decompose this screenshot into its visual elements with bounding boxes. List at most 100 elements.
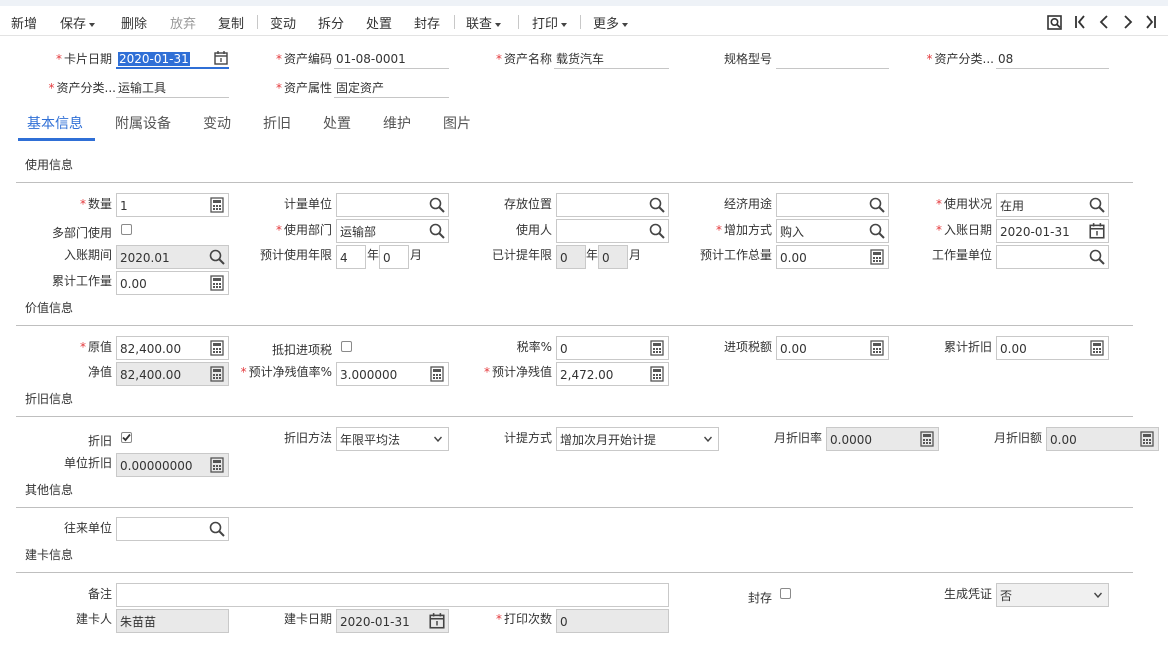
- copy-button[interactable]: 复制: [218, 13, 244, 32]
- entry-date-field[interactable]: 2020-01-31: [996, 219, 1109, 243]
- seal-checkbox[interactable]: [780, 588, 791, 599]
- search-icon[interactable]: [428, 222, 446, 240]
- partner-field[interactable]: [116, 517, 229, 541]
- input-tax-field[interactable]: 0.00: [776, 336, 889, 360]
- calculator-icon[interactable]: [208, 456, 226, 474]
- accrued-life-label: 已计提年限: [491, 248, 552, 262]
- calc-method-select[interactable]: 增加次月开始计提: [556, 427, 719, 451]
- accum-dep-field[interactable]: 0.00: [996, 336, 1109, 360]
- tab-accessories[interactable]: 附属设备: [115, 113, 171, 133]
- search-icon[interactable]: [868, 222, 886, 240]
- life-months-field[interactable]: 0: [379, 245, 409, 269]
- calculator-icon[interactable]: [208, 274, 226, 292]
- print-label: 打印: [532, 17, 559, 32]
- print-count-label: * 打印次数: [495, 612, 552, 626]
- status-field[interactable]: 在用: [996, 193, 1109, 217]
- first-record-icon[interactable]: [1071, 12, 1089, 32]
- search-icon[interactable]: [1088, 196, 1106, 214]
- attribute-field[interactable]: 固定资产: [334, 78, 449, 98]
- card-date-field[interactable]: 2020-01-31: [116, 49, 229, 69]
- chevron-down-icon: [622, 22, 629, 27]
- search-icon[interactable]: [648, 196, 666, 214]
- print-count-field: 0: [556, 609, 669, 633]
- calculator-icon[interactable]: [428, 365, 446, 383]
- deduct-tax-checkbox[interactable]: [341, 341, 352, 352]
- seal-label: 封存: [747, 591, 772, 605]
- remark-field[interactable]: [116, 583, 669, 607]
- work-unit-field[interactable]: [996, 245, 1109, 269]
- last-record-icon[interactable]: [1142, 12, 1160, 32]
- unit-dep-field: 0.00000000: [116, 453, 229, 477]
- chevron-down-icon: [495, 22, 502, 27]
- more-button[interactable]: 更多: [593, 13, 629, 32]
- qty-field[interactable]: 1: [116, 193, 229, 217]
- search-icon[interactable]: [428, 196, 446, 214]
- tax-rate-field[interactable]: 0: [556, 336, 669, 360]
- user-field[interactable]: [556, 219, 669, 243]
- tab-maintenance[interactable]: 维护: [383, 113, 411, 133]
- search-icon[interactable]: [1088, 248, 1106, 266]
- calculator-icon[interactable]: [1138, 430, 1156, 448]
- dept-field[interactable]: 运输部: [336, 219, 449, 243]
- previous-record-icon[interactable]: [1095, 12, 1113, 32]
- accum-work-field[interactable]: 0.00: [116, 271, 229, 295]
- change-button[interactable]: 变动: [270, 13, 296, 32]
- calculator-icon[interactable]: [648, 365, 666, 383]
- monthly-rate-label: 月折旧率: [773, 431, 822, 445]
- calculator-icon[interactable]: [208, 339, 226, 357]
- multi-dept-checkbox[interactable]: [121, 224, 132, 235]
- tab-depreciation[interactable]: 折旧: [263, 113, 291, 133]
- search-icon[interactable]: [868, 196, 886, 214]
- asset-code-field[interactable]: 01-08-0001: [334, 49, 449, 69]
- status-label: * 使用状况: [935, 197, 992, 211]
- save-button[interactable]: 保存: [60, 13, 96, 32]
- calculator-icon[interactable]: [918, 430, 936, 448]
- abandon-button[interactable]: 放弃: [170, 13, 196, 32]
- life-years-field[interactable]: 4: [336, 245, 366, 269]
- new-button[interactable]: 新增: [11, 13, 37, 32]
- calculator-icon[interactable]: [648, 339, 666, 357]
- original-field[interactable]: 82,400.00: [116, 336, 229, 360]
- location-label: 存放位置: [503, 197, 552, 211]
- dispose-button[interactable]: 处置: [366, 13, 392, 32]
- voucher-select[interactable]: 否: [996, 583, 1109, 607]
- search-icon[interactable]: [648, 222, 666, 240]
- location-field[interactable]: [556, 193, 669, 217]
- add-method-label: * 增加方式: [715, 223, 772, 237]
- economic-field[interactable]: [776, 193, 889, 217]
- unit-field[interactable]: [336, 193, 449, 217]
- asset-name-field[interactable]: 载货汽车: [554, 49, 669, 69]
- calculator-icon[interactable]: [868, 248, 886, 266]
- spec-field[interactable]: [776, 49, 889, 69]
- split-button[interactable]: 拆分: [318, 13, 344, 32]
- delete-button[interactable]: 删除: [121, 13, 147, 32]
- total-work-field[interactable]: 0.00: [776, 245, 889, 269]
- seal-button[interactable]: 封存: [414, 13, 440, 32]
- search-icon[interactable]: [208, 248, 226, 266]
- tab-basic-info[interactable]: 基本信息: [27, 113, 83, 133]
- residual-rate-field[interactable]: 3.000000: [336, 362, 449, 386]
- entry-period-field[interactable]: 2020.01: [116, 245, 229, 269]
- calendar-icon[interactable]: [1088, 222, 1106, 240]
- add-method-field[interactable]: 购入: [776, 219, 889, 243]
- depreciate-checkbox[interactable]: [121, 432, 132, 443]
- print-button[interactable]: 打印: [532, 13, 568, 32]
- link-query-button[interactable]: 联查: [466, 13, 502, 32]
- calculator-icon[interactable]: [208, 196, 226, 214]
- calculator-icon[interactable]: [868, 339, 886, 357]
- next-record-icon[interactable]: [1119, 12, 1137, 32]
- calculator-icon[interactable]: [208, 365, 226, 383]
- category-field[interactable]: 08: [996, 49, 1109, 69]
- tab-disposal[interactable]: 处置: [323, 113, 351, 133]
- calculator-icon[interactable]: [1088, 339, 1106, 357]
- search-card-icon[interactable]: [1046, 12, 1064, 32]
- tab-pictures[interactable]: 图片: [443, 113, 471, 133]
- residual-field[interactable]: 2,472.00: [556, 362, 669, 386]
- calendar-icon[interactable]: [428, 612, 446, 630]
- dep-method-select[interactable]: 年限平均法: [336, 427, 449, 451]
- tab-changes[interactable]: 变动: [203, 113, 231, 133]
- search-icon[interactable]: [208, 520, 226, 538]
- multi-dept-label: 多部门使用: [51, 226, 112, 240]
- category2-field[interactable]: 运输工具: [116, 78, 229, 98]
- calendar-icon[interactable]: [213, 50, 229, 66]
